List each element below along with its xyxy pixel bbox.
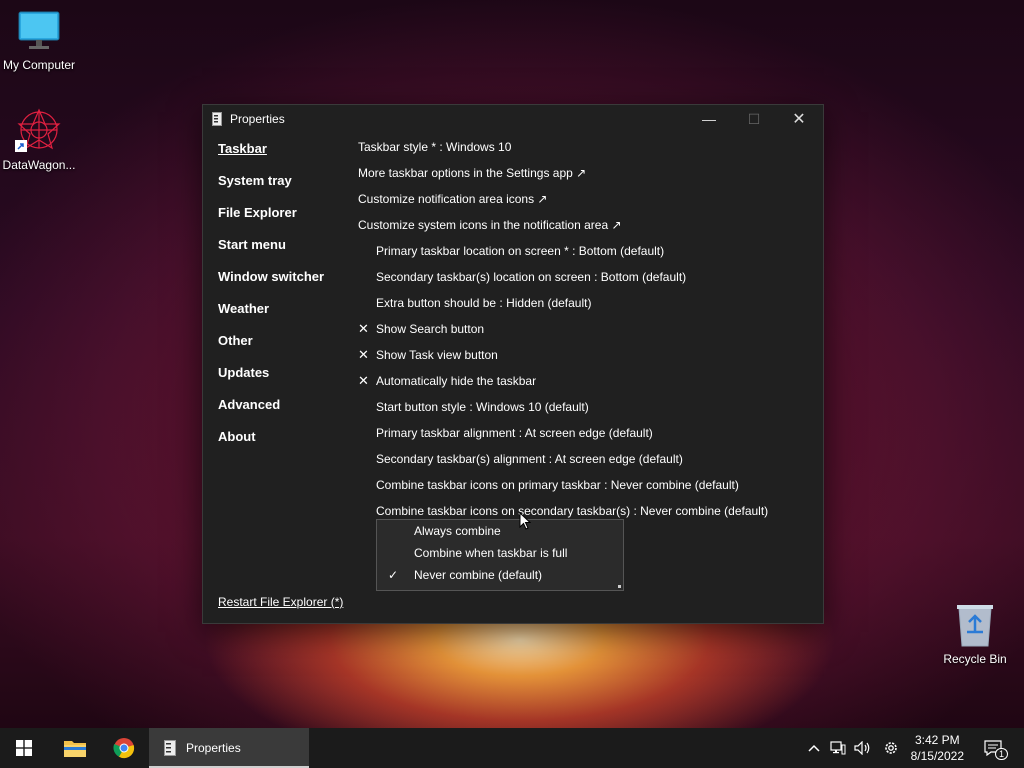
sidebar-item-taskbar[interactable]: Taskbar: [218, 141, 348, 173]
setting-label: More taskbar options in the Settings app…: [358, 166, 587, 180]
maximize-button[interactable]: ☐: [731, 105, 777, 133]
setting-label: Combine taskbar icons on primary taskbar…: [376, 478, 739, 492]
close-button[interactable]: ✕: [776, 105, 822, 133]
sidebar-item-other[interactable]: Other: [218, 333, 348, 365]
desktop-icon-my-computer[interactable]: My Computer: [0, 10, 81, 72]
setting-taskbar-style[interactable]: Taskbar style * : Windows 10: [358, 139, 818, 165]
setting-secondary-alignment[interactable]: Secondary taskbar(s) alignment : At scre…: [358, 451, 818, 477]
datawagon-icon: [15, 108, 63, 154]
desktop-icon-recycle-bin[interactable]: Recycle Bin: [933, 602, 1017, 666]
setting-auto-hide[interactable]: ✕ Automatically hide the taskbar: [358, 373, 818, 399]
file-explorer-taskbar-button[interactable]: [51, 728, 99, 768]
checkmark-x-icon: ✕: [358, 373, 369, 388]
mouse-pointer-icon: [519, 511, 532, 533]
check-icon: ✓: [388, 568, 399, 582]
menu-item-never-combine[interactable]: ✓ Never combine (default): [377, 564, 623, 586]
setting-label: Customize notification area icons ↗: [358, 192, 548, 206]
sidebar-item-window-switcher[interactable]: Window switcher: [218, 269, 348, 301]
sidebar-item-advanced[interactable]: Advanced: [218, 397, 348, 429]
folder-icon: [64, 741, 86, 757]
menu-item-combine-when-full[interactable]: Combine when taskbar is full: [377, 542, 623, 564]
resize-grip-icon: [618, 585, 621, 588]
maximize-icon: ☐: [747, 110, 761, 127]
desktop-icon-label: My Computer: [2, 58, 76, 72]
setting-primary-location[interactable]: Primary taskbar location on screen * : B…: [358, 243, 818, 269]
setting-label: Start button style : Windows 10 (default…: [376, 400, 589, 414]
menu-item-label: Always combine: [414, 524, 501, 538]
setting-show-task-view[interactable]: ✕ Show Task view button: [358, 347, 818, 373]
chrome-icon: [113, 738, 135, 759]
setting-show-search[interactable]: ✕ Show Search button: [358, 321, 818, 347]
setting-label: Combine taskbar icons on secondary taskb…: [376, 504, 769, 518]
gear-icon: [885, 742, 897, 754]
start-button[interactable]: [0, 728, 48, 768]
setting-label: Extra button should be : Hidden (default…: [376, 296, 592, 310]
minimize-icon: —: [702, 111, 716, 127]
windows-logo-icon: [16, 740, 32, 756]
setting-label: Primary taskbar location on screen * : B…: [376, 244, 665, 258]
setting-combine-primary[interactable]: Combine taskbar icons on primary taskbar…: [358, 477, 818, 503]
sidebar-item-start-menu[interactable]: Start menu: [218, 237, 348, 269]
setting-notification-icons-link[interactable]: Customize notification area icons ↗: [358, 191, 818, 217]
settings-tray-button[interactable]: [878, 728, 904, 768]
monitor-icon: [17, 10, 61, 54]
chrome-taskbar-button[interactable]: [100, 728, 148, 768]
sidebar: Taskbar System tray File Explorer Start …: [218, 141, 348, 461]
desktop-icon-label: DataWagon...: [2, 158, 76, 172]
menu-item-always-combine[interactable]: Always combine: [377, 520, 623, 542]
setting-label: Show Task view button: [376, 348, 498, 362]
app-icon: [164, 740, 176, 756]
setting-label: Secondary taskbar(s) location on screen …: [376, 270, 687, 284]
checkmark-x-icon: ✕: [358, 321, 369, 336]
settings-list: Taskbar style * : Windows 10 More taskba…: [358, 139, 818, 529]
setting-secondary-location[interactable]: Secondary taskbar(s) location on screen …: [358, 269, 818, 295]
title-bar[interactable]: Properties — ☐ ✕: [203, 105, 823, 133]
desktop-icon-label: Recycle Bin: [943, 652, 1007, 666]
setting-label: Secondary taskbar(s) alignment : At scre…: [376, 452, 683, 466]
menu-item-label: Never combine (default): [414, 568, 543, 582]
properties-window: Properties — ☐ ✕ Taskbar System tray Fil…: [202, 104, 824, 624]
action-center-button[interactable]: 1: [980, 728, 1008, 768]
clock[interactable]: 3:42 PM 8/15/2022: [911, 732, 964, 764]
taskbar: Properties 3:42 PM 8/15/2022 1: [0, 728, 1024, 768]
setting-extra-button[interactable]: Extra button should be : Hidden (default…: [358, 295, 818, 321]
properties-taskbar-button[interactable]: Properties: [149, 728, 309, 768]
sidebar-item-weather[interactable]: Weather: [218, 301, 348, 333]
sidebar-item-system-tray[interactable]: System tray: [218, 173, 348, 205]
clock-date: 8/15/2022: [910, 749, 964, 763]
sidebar-item-updates[interactable]: Updates: [218, 365, 348, 397]
minimize-button[interactable]: —: [686, 105, 732, 133]
combine-options-menu: Always combine Combine when taskbar is f…: [376, 519, 624, 591]
setting-label: Show Search button: [376, 322, 485, 336]
notification-count-badge: 1: [994, 748, 1008, 760]
volume-tray-button[interactable]: [851, 728, 875, 768]
app-icon: [212, 112, 222, 126]
setting-label: Automatically hide the taskbar: [376, 374, 537, 388]
setting-settings-app-link[interactable]: More taskbar options in the Settings app…: [358, 165, 818, 191]
network-icon: [830, 741, 846, 755]
clock-time: 3:42 PM: [914, 733, 960, 747]
sidebar-item-file-explorer[interactable]: File Explorer: [218, 205, 348, 237]
setting-label: Taskbar style * : Windows 10: [358, 140, 512, 154]
show-hidden-icons-button[interactable]: [804, 728, 824, 768]
sidebar-item-about[interactable]: About: [218, 429, 348, 461]
network-tray-button[interactable]: [826, 728, 850, 768]
setting-label: Primary taskbar alignment : At screen ed…: [376, 426, 653, 440]
setting-start-button-style[interactable]: Start button style : Windows 10 (default…: [358, 399, 818, 425]
setting-system-icons-link[interactable]: Customize system icons in the notificati…: [358, 217, 818, 243]
restart-file-explorer-link[interactable]: Restart File Explorer (*): [218, 595, 343, 609]
recycle-bin-icon: [955, 602, 995, 648]
menu-item-label: Combine when taskbar is full: [414, 546, 568, 560]
desktop-icon-datawagon[interactable]: DataWagon...: [0, 108, 81, 172]
chevron-up-icon: [808, 744, 820, 752]
checkmark-x-icon: ✕: [358, 347, 369, 362]
setting-label: Customize system icons in the notificati…: [358, 218, 622, 232]
close-icon: ✕: [792, 111, 806, 128]
speaker-icon: [854, 741, 870, 755]
taskbar-app-label: Properties: [186, 741, 241, 755]
window-title: Properties: [230, 112, 285, 126]
setting-primary-alignment[interactable]: Primary taskbar alignment : At screen ed…: [358, 425, 818, 451]
